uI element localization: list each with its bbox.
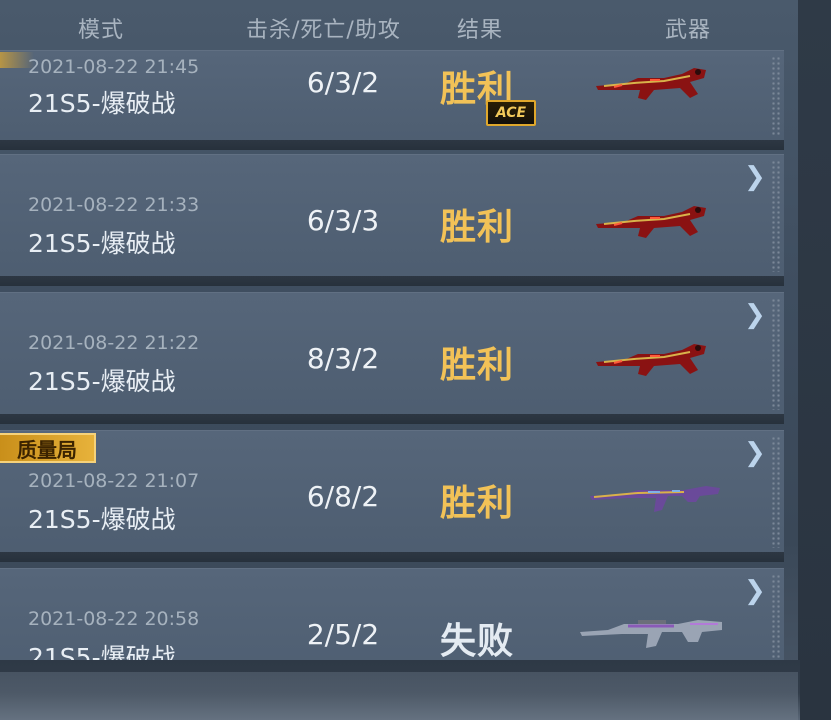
- match-kda: 6/3/3: [306, 204, 380, 237]
- match-row[interactable]: ❯ 2021-08-22 20:58 21S5-爆破战 2/5/2 失败: [0, 568, 784, 660]
- row-grip: [771, 436, 781, 548]
- match-mode: 21S5-爆破战: [28, 643, 176, 660]
- row-divider: [0, 414, 784, 424]
- match-result: 胜利: [440, 345, 515, 386]
- match-kda: 8/3/2: [306, 342, 380, 375]
- match-result: 胜利: [440, 483, 515, 524]
- match-mode: 21S5-爆破战: [28, 505, 176, 534]
- row-grip: [771, 160, 781, 272]
- match-mode: 21S5-爆破战: [28, 367, 176, 396]
- background-scenery: [0, 672, 798, 720]
- match-row[interactable]: 2021-08-22 21:45 21S5-爆破战 6/3/2 胜利 ACE: [0, 50, 784, 150]
- row-grip: [771, 56, 781, 136]
- match-mode: 21S5-爆破战: [28, 89, 176, 118]
- row-grip: [771, 574, 781, 660]
- right-frame: [798, 0, 831, 720]
- table-header: 模式 击杀/死亡/助攻 结果 武器: [0, 0, 800, 48]
- match-result: 失败: [440, 621, 515, 660]
- match-datetime: 2021-08-22 20:58: [28, 608, 200, 630]
- chevron-right-icon[interactable]: ❯: [744, 162, 766, 192]
- header-kda: 击杀/死亡/助攻: [246, 18, 401, 43]
- match-datetime: 2021-08-22 21:22: [28, 332, 200, 354]
- match-row[interactable]: ❯ 2021-08-22 21:22 21S5-爆破战 8/3/2 胜利: [0, 292, 784, 424]
- header-result: 结果: [457, 18, 504, 43]
- header-weapon: 武器: [665, 18, 712, 43]
- quality-match-badge: 质量局: [0, 433, 96, 463]
- silver-purple-rifle-icon: [580, 620, 722, 648]
- match-mode: 21S5-爆破战: [28, 229, 176, 258]
- red-dragon-rifle-icon: [596, 68, 706, 100]
- match-list[interactable]: 2021-08-22 21:45 21S5-爆破战 6/3/2 胜利 ACE ❯…: [0, 50, 784, 660]
- red-dragon-rifle-icon: [596, 344, 706, 376]
- match-kda: 6/3/2: [306, 66, 380, 99]
- purple-rifle-icon: [590, 486, 720, 512]
- match-row[interactable]: ❯ 2021-08-22 21:33 21S5-爆破战 6/3/3 胜利: [0, 154, 784, 286]
- match-row[interactable]: ❯ 2021-08-22 21:07 21S5-爆破战 6/8/2 胜利: [0, 430, 784, 562]
- match-kda: 2/5/2: [306, 618, 380, 651]
- row-divider: [0, 552, 784, 562]
- row-grip: [771, 298, 781, 410]
- row-divider: [0, 140, 784, 150]
- match-datetime: 2021-08-22 21:07: [28, 470, 200, 492]
- header-mode: 模式: [78, 18, 125, 43]
- match-datetime: 2021-08-22 21:45: [28, 56, 200, 78]
- red-dragon-rifle-icon: [596, 206, 706, 238]
- ace-badge: ACE: [486, 100, 536, 126]
- match-kda: 6/8/2: [306, 480, 380, 513]
- match-result: 胜利: [440, 207, 515, 248]
- chevron-right-icon[interactable]: ❯: [744, 300, 766, 330]
- chevron-right-icon[interactable]: ❯: [744, 576, 766, 606]
- row-divider: [0, 276, 784, 286]
- chevron-right-icon[interactable]: ❯: [744, 438, 766, 468]
- match-datetime: 2021-08-22 21:33: [28, 194, 200, 216]
